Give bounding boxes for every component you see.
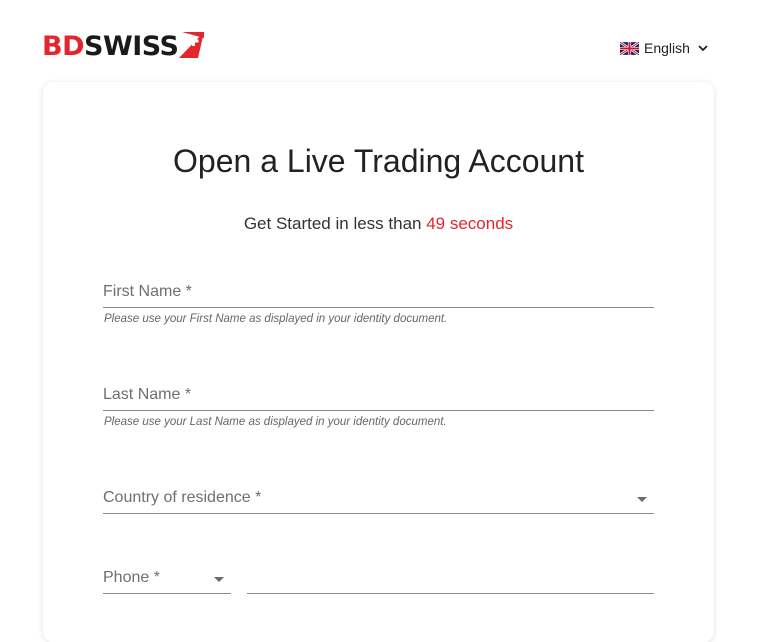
last-name-helper: Please use your Last Name as displayed i…	[104, 416, 447, 428]
first-name-underline	[103, 307, 654, 308]
first-name-field[interactable]: First Name * Please use your First Name …	[103, 280, 654, 330]
logo-text: BDSWISS	[42, 31, 179, 62]
phone-number-input[interactable]	[247, 566, 654, 596]
first-name-label: First Name *	[103, 283, 192, 300]
phone-number-underline	[247, 593, 654, 594]
signup-card: Open a Live Trading Account Get Started …	[43, 82, 714, 642]
country-dropdown-icon	[637, 497, 647, 502]
country-select[interactable]: Country of residence *	[103, 486, 654, 516]
phone-code-dropdown-icon	[214, 577, 224, 582]
language-selector[interactable]: English	[620, 40, 709, 56]
subtitle: Get Started in less than 49 seconds	[43, 212, 714, 236]
swiss-cross-icon	[179, 32, 205, 58]
country-underline	[103, 513, 654, 514]
countdown-text: 49 seconds	[426, 214, 514, 233]
country-label: Country of residence *	[103, 489, 262, 506]
language-label: English	[644, 40, 690, 56]
uk-flag-icon	[620, 41, 639, 55]
bdswiss-logo[interactable]: BDSWISS	[42, 31, 205, 62]
last-name-field[interactable]: Last Name * Please use your Last Name as…	[103, 383, 654, 433]
phone-code-select[interactable]: Phone *	[103, 566, 231, 596]
page-title: Open a Live Trading Account	[173, 143, 584, 179]
subtitle-text: Get Started in less than	[243, 214, 427, 233]
first-name-helper: Please use your First Name as displayed …	[104, 313, 448, 325]
last-name-label: Last Name *	[103, 386, 192, 403]
phone-label: Phone *	[103, 569, 160, 586]
chevron-down-icon	[698, 45, 708, 52]
phone-code-underline	[103, 593, 231, 594]
last-name-underline	[103, 410, 654, 411]
